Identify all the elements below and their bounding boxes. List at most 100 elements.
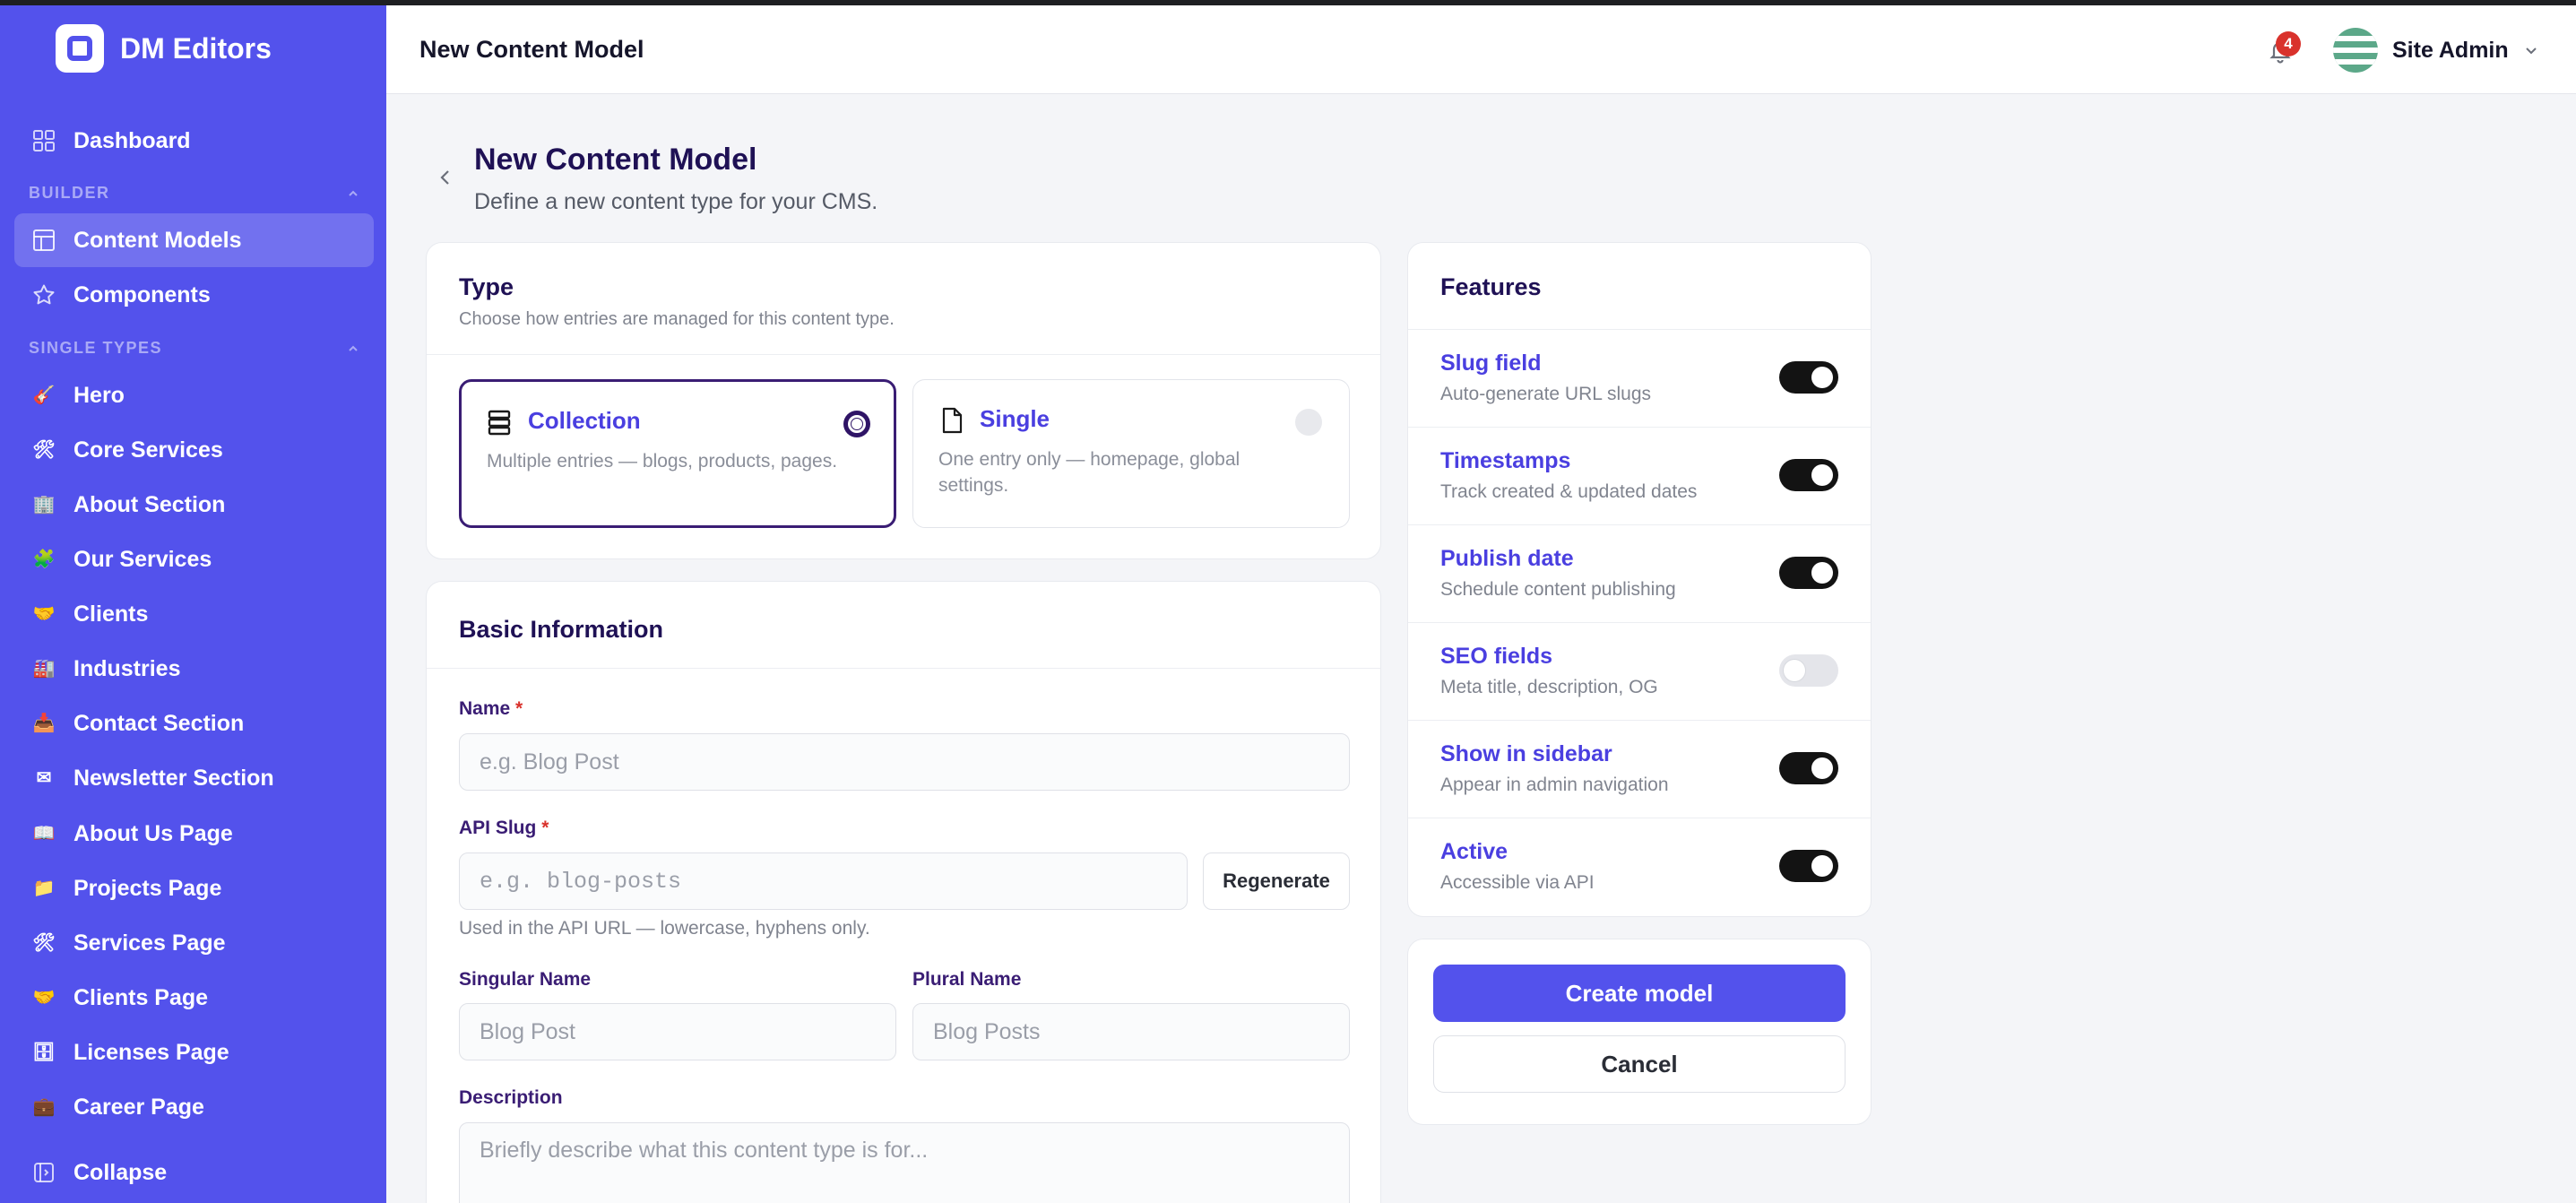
sidebar-item-services-page[interactable]: 🛠 Services Page xyxy=(14,916,374,970)
toggle-show-in-sidebar[interactable] xyxy=(1779,752,1838,784)
grid-icon xyxy=(30,127,57,154)
sidebar: DM Editors Dashboard BUILDER Content Mod… xyxy=(0,5,386,1203)
api-slug-input[interactable] xyxy=(459,852,1188,910)
sidebar-item-clients-page[interactable]: 🤝 Clients Page xyxy=(14,971,374,1025)
divider xyxy=(427,354,1380,355)
collapse-icon xyxy=(30,1159,57,1186)
divider xyxy=(1408,622,1871,623)
chevron-down-icon[interactable] xyxy=(2522,41,2540,59)
topbar: New Content Model 4 Site Admin xyxy=(386,5,2576,94)
feature-title: Timestamps xyxy=(1440,448,1571,473)
sidebar-item-label: Licenses Page xyxy=(73,1039,229,1065)
description-label: Description xyxy=(459,1087,563,1108)
feature-desc: Accessible via API xyxy=(1440,872,1595,893)
sidebar-item-clients[interactable]: 🤝 Clients xyxy=(14,587,374,641)
type-card-subtitle: Choose how entries are managed for this … xyxy=(459,309,895,329)
handshake-icon: 🤝 xyxy=(32,604,56,624)
sidebar-item-projects-page[interactable]: 📁 Projects Page xyxy=(14,861,374,915)
option-desc: One entry only — homepage, global settin… xyxy=(938,449,1240,496)
sidebar-item-label: Core Services xyxy=(73,437,223,463)
factory-icon: 🏭 xyxy=(32,659,56,679)
plural-name-input[interactable] xyxy=(912,1003,1350,1060)
topbar-title: New Content Model xyxy=(419,35,644,63)
sidebar-item-label: Services Page xyxy=(73,930,226,956)
sidebar-item-label: About Section xyxy=(73,491,226,517)
chevron-up-icon xyxy=(349,345,358,351)
back-arrow-icon[interactable] xyxy=(433,165,458,190)
toggle-slug-field[interactable] xyxy=(1779,361,1838,394)
sidebar-item-contact-section[interactable]: 📥 Contact Section xyxy=(14,697,374,750)
database-icon xyxy=(488,410,511,436)
sidebar-item-hero[interactable]: 🎸 Hero xyxy=(14,368,374,422)
type-card: Type Choose how entries are managed for … xyxy=(426,242,1381,559)
user-name[interactable]: Site Admin xyxy=(2392,38,2509,64)
basic-info-title: Basic Information xyxy=(459,616,664,643)
feature-desc: Track created & updated dates xyxy=(1440,481,1698,502)
sidebar-item-core-services[interactable]: 🛠 Core Services xyxy=(14,423,374,477)
sidebar-item-label: Hero xyxy=(73,382,125,408)
star-icon xyxy=(30,281,57,308)
mail-icon: ✉ xyxy=(36,768,52,788)
radio-selected[interactable] xyxy=(843,411,870,437)
sidebar-item-newsletter-section[interactable]: ✉ Newsletter Section xyxy=(14,751,374,805)
toggle-timestamps[interactable] xyxy=(1779,459,1838,491)
folder-icon: 📁 xyxy=(32,878,56,898)
feature-title: SEO fields xyxy=(1440,644,1553,669)
sidebar-item-label: Contact Section xyxy=(73,710,245,736)
regenerate-button[interactable]: Regenerate xyxy=(1203,852,1350,910)
guitar-icon: 🎸 xyxy=(32,385,56,405)
brand[interactable]: DM Editors xyxy=(0,5,386,91)
sidebar-item-content-models[interactable]: Content Models xyxy=(14,213,374,267)
page-subtitle: Define a new content type for your CMS. xyxy=(474,189,878,214)
name-label: Name * xyxy=(459,698,523,719)
actions-card: Create model Cancel xyxy=(1407,939,1871,1125)
option-desc: Multiple entries — blogs, products, page… xyxy=(487,451,838,472)
description-textarea[interactable] xyxy=(459,1122,1350,1203)
cancel-button[interactable]: Cancel xyxy=(1433,1035,1846,1093)
sidebar-item-industries[interactable]: 🏭 Industries xyxy=(14,642,374,696)
inbox-icon: 📥 xyxy=(32,714,56,733)
puzzle-icon: 🧩 xyxy=(32,550,56,569)
sidebar-item-label: Clients Page xyxy=(73,984,209,1010)
sidebar-item-components[interactable]: Components xyxy=(14,268,374,322)
avatar[interactable] xyxy=(2333,28,2378,73)
feature-title: Slug field xyxy=(1440,351,1542,376)
page-title: New Content Model xyxy=(474,143,757,177)
section-single-types[interactable]: SINGLE TYPES xyxy=(29,339,360,358)
type-option-collection[interactable]: Collection Multiple entries — blogs, pro… xyxy=(459,379,896,528)
sidebar-item-licenses-page[interactable]: 🗄 Licenses Page xyxy=(14,1026,374,1079)
type-option-single[interactable]: Single One entry only — homepage, global… xyxy=(912,379,1350,528)
toggle-seo-fields[interactable] xyxy=(1779,654,1838,687)
file-icon xyxy=(942,407,963,434)
sidebar-collapse-button[interactable]: Collapse xyxy=(14,1146,374,1199)
sidebar-item-label: Clients xyxy=(73,601,149,627)
section-builder-label: BUILDER xyxy=(29,184,110,202)
name-input[interactable] xyxy=(459,733,1350,791)
create-model-button[interactable]: Create model xyxy=(1433,965,1846,1022)
feature-title: Publish date xyxy=(1440,546,1574,571)
sidebar-item-label: Content Models xyxy=(73,227,242,253)
sidebar-item-career-page[interactable]: 💼 Career Page xyxy=(14,1080,374,1134)
singular-name-input[interactable] xyxy=(459,1003,896,1060)
sidebar-item-label: Newsletter Section xyxy=(73,765,274,791)
feature-desc: Meta title, description, OG xyxy=(1440,677,1658,697)
toggle-active[interactable] xyxy=(1779,850,1838,882)
singular-name-label: Singular Name xyxy=(459,969,592,990)
radio-unselected[interactable] xyxy=(1295,409,1322,436)
chevron-up-icon xyxy=(349,190,358,196)
sidebar-item-label: Components xyxy=(73,281,211,307)
tools-icon: 🛠 xyxy=(32,933,56,953)
slug-help-text: Used in the API URL — lowercase, hyphens… xyxy=(459,918,870,939)
section-builder[interactable]: BUILDER xyxy=(29,184,360,203)
divider xyxy=(1408,720,1871,721)
sidebar-item-label: About Us Page xyxy=(73,820,233,846)
feature-title: Active xyxy=(1440,839,1508,864)
main-content: New Content Model 4 Site Admin New Conte… xyxy=(386,5,2576,1203)
sidebar-item-dashboard[interactable]: Dashboard xyxy=(14,114,374,168)
sidebar-item-our-services[interactable]: 🧩 Our Services xyxy=(14,532,374,586)
toggle-publish-date[interactable] xyxy=(1779,557,1838,589)
divider xyxy=(1408,329,1871,330)
sidebar-item-about-section[interactable]: 🏢 About Section xyxy=(14,478,374,532)
brand-name: DM Editors xyxy=(120,31,272,65)
sidebar-item-about-us-page[interactable]: 📖 About Us Page xyxy=(14,807,374,861)
